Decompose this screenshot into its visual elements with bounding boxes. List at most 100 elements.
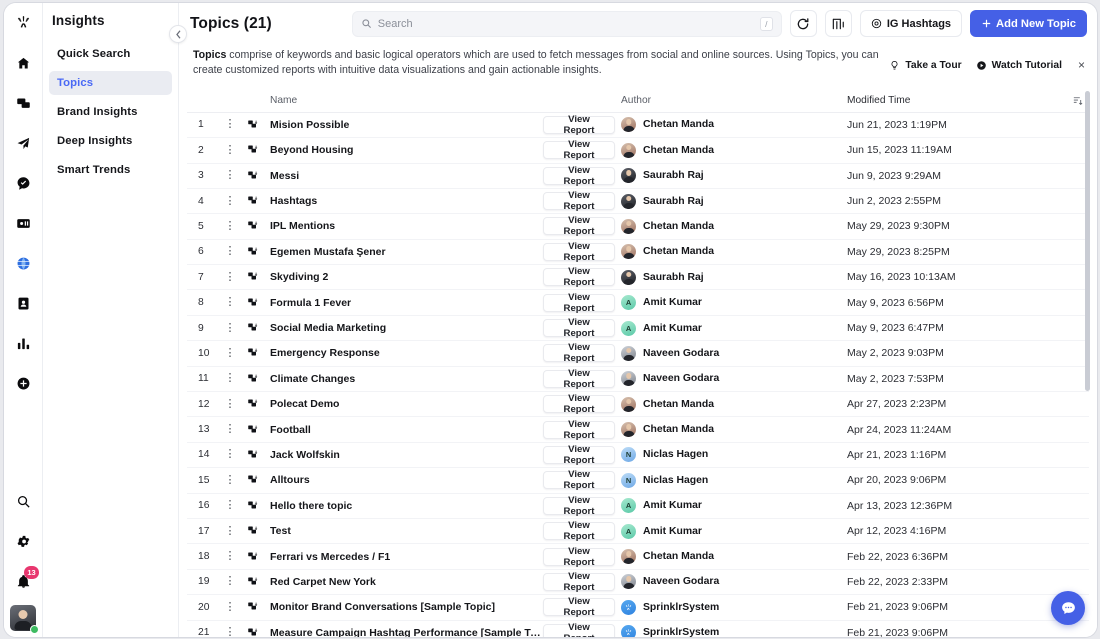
scrollbar-thumb[interactable]: [1085, 90, 1090, 391]
view-report-button[interactable]: View Report: [543, 190, 615, 212]
sidebar-item-brand-insights[interactable]: Brand Insights: [49, 100, 172, 124]
more-vertical-icon[interactable]: ⋮: [221, 220, 239, 232]
add-new-topic-button[interactable]: Add New Topic: [970, 10, 1087, 37]
more-vertical-icon[interactable]: ⋮: [221, 195, 239, 207]
insights-globe-icon[interactable]: [8, 248, 38, 278]
ig-hashtags-button[interactable]: IG Hashtags: [859, 10, 963, 37]
table-row[interactable]: 7 ⋮ Skydiving 2 View Report Saurabh Raj May 1…: [187, 265, 1089, 291]
view-report-button[interactable]: View Report: [543, 292, 615, 314]
more-vertical-icon[interactable]: ⋮: [221, 246, 239, 257]
more-vertical-icon[interactable]: ⋮: [221, 271, 239, 283]
more-vertical-icon[interactable]: ⋮: [221, 322, 239, 334]
view-report-button[interactable]: View Report: [543, 139, 615, 161]
table-row[interactable]: 16 ⋮ Hello there topic View Report A Amit Kum…: [187, 494, 1089, 519]
sidebar-collapse-button[interactable]: [169, 25, 187, 43]
notifications-bell-icon[interactable]: 13: [8, 566, 39, 596]
view-report-button[interactable]: View Report: [543, 571, 615, 593]
sidebar-item-deep-insights[interactable]: Deep Insights: [49, 129, 172, 153]
table-row[interactable]: 4 ⋮ Hashtags View Report Saurabh Raj Jun 2, 2…: [187, 189, 1089, 215]
table-row[interactable]: 2 ⋮ Beyond Housing View Report Chetan Manda J…: [187, 138, 1089, 164]
directory-icon[interactable]: [8, 288, 38, 318]
add-circle-icon[interactable]: [8, 368, 38, 398]
author-cell: Chetan Manda: [615, 422, 845, 438]
care-icon[interactable]: [8, 168, 38, 198]
more-vertical-icon[interactable]: ⋮: [221, 525, 239, 537]
view-report-button[interactable]: View Report: [543, 444, 615, 466]
more-vertical-icon[interactable]: ⋮: [221, 373, 239, 384]
table-row[interactable]: 1 ⋮ Mision Possible View Report Chetan Manda…: [187, 113, 1089, 139]
table-row[interactable]: 6 ⋮ Egemen Mustafa Şener View Report Chetan …: [187, 240, 1089, 266]
sidebar-item-smart-trends[interactable]: Smart Trends: [49, 158, 172, 182]
more-vertical-icon[interactable]: ⋮: [221, 347, 239, 359]
table-scrollbar[interactable]: [1085, 89, 1090, 637]
table-row[interactable]: 5 ⋮ IPL Mentions View Report Chetan Manda May…: [187, 214, 1089, 240]
topic-icon: [239, 170, 267, 182]
search-icon[interactable]: [8, 486, 38, 516]
view-report-button[interactable]: View Report: [543, 520, 615, 542]
search-box[interactable]: /: [351, 10, 782, 37]
close-banner-button[interactable]: ×: [1076, 58, 1087, 72]
more-vertical-icon[interactable]: ⋮: [221, 576, 239, 587]
table-row[interactable]: 11 ⋮ Climate Changes View Report Naveen Goda…: [187, 367, 1089, 393]
more-vertical-icon[interactable]: ⋮: [221, 170, 239, 181]
table-row[interactable]: 12 ⋮ Polecat Demo View Report Chetan Manda Ap…: [187, 392, 1089, 418]
view-report-button[interactable]: View Report: [543, 317, 615, 339]
view-report-button[interactable]: View Report: [543, 495, 615, 517]
chat-bubble-icon[interactable]: [1051, 591, 1085, 625]
more-vertical-icon[interactable]: ⋮: [221, 601, 239, 613]
more-vertical-icon[interactable]: ⋮: [221, 627, 239, 637]
table-row[interactable]: 18 ⋮ Ferrari vs Mercedes / F1 View Report Ch…: [187, 544, 1089, 570]
view-report-button[interactable]: View Report: [543, 266, 615, 288]
table-row[interactable]: 19 ⋮ Red Carpet New York View Report Naveen …: [187, 570, 1089, 596]
view-report-button[interactable]: View Report: [543, 469, 615, 491]
sprinklr-logo-icon[interactable]: [8, 7, 38, 37]
sidebar-item-topics[interactable]: Topics: [49, 71, 172, 95]
view-report-button[interactable]: View Report: [543, 241, 615, 263]
table-row[interactable]: 13 ⋮ Football View Report Chetan Manda Apr 24…: [187, 417, 1089, 443]
banner-description: Topics comprise of keywords and basic lo…: [193, 48, 879, 79]
more-vertical-icon[interactable]: ⋮: [221, 474, 239, 486]
more-vertical-icon[interactable]: ⋮: [221, 144, 239, 156]
refresh-button[interactable]: [789, 10, 817, 37]
more-vertical-icon[interactable]: ⋮: [221, 297, 239, 308]
page-title: Topics (21): [190, 14, 272, 32]
more-vertical-icon[interactable]: ⋮: [221, 449, 239, 460]
reporting-icon[interactable]: [8, 328, 38, 358]
view-report-button[interactable]: View Report: [543, 596, 615, 618]
user-avatar[interactable]: [10, 605, 39, 634]
table-row[interactable]: 20 ⋮ Monitor Brand Conversations [Sample T…: [187, 595, 1089, 621]
more-vertical-icon[interactable]: ⋮: [221, 551, 239, 562]
more-vertical-icon[interactable]: ⋮: [221, 119, 239, 130]
sidebar-item-quick-search[interactable]: Quick Search: [49, 42, 172, 66]
table-row[interactable]: 15 ⋮ Alltours View Report N Niclas Hagen Apr 2…: [187, 468, 1089, 494]
table-row[interactable]: 3 ⋮ Messi View Report Saurabh Raj Jun 9, 2023…: [187, 164, 1089, 189]
home-icon[interactable]: [8, 48, 38, 78]
more-vertical-icon[interactable]: ⋮: [221, 424, 239, 435]
table-row[interactable]: 14 ⋮ Jack Wolfskin View Report N Niclas Hagen…: [187, 443, 1089, 469]
view-report-button[interactable]: View Report: [543, 546, 615, 568]
settings-gear-icon[interactable]: [8, 526, 38, 556]
view-report-button[interactable]: View Report: [543, 368, 615, 390]
view-report-button[interactable]: View Report: [543, 215, 615, 237]
more-vertical-icon[interactable]: ⋮: [221, 500, 239, 511]
ads-icon[interactable]: [8, 208, 38, 238]
view-report-button[interactable]: View Report: [543, 393, 615, 415]
view-report-button[interactable]: View Report: [543, 165, 615, 187]
author-name: Naveen Godara: [643, 576, 720, 588]
table-row[interactable]: 10 ⋮ Emergency Response View Report Naveen G…: [187, 341, 1089, 367]
columns-button[interactable]: [824, 10, 852, 37]
table-row[interactable]: 9 ⋮ Social Media Marketing View Report A Amit…: [187, 316, 1089, 342]
view-report-button[interactable]: View Report: [543, 419, 615, 441]
take-a-tour-button[interactable]: Take a Tour: [889, 60, 962, 71]
watch-tutorial-button[interactable]: Watch Tutorial: [976, 60, 1062, 71]
engagement-icon[interactable]: [8, 88, 38, 118]
view-report-button[interactable]: View Report: [543, 622, 615, 637]
search-input[interactable]: [377, 17, 754, 30]
view-report-button[interactable]: View Report: [543, 342, 615, 364]
view-report-button[interactable]: View Report: [543, 114, 615, 136]
more-vertical-icon[interactable]: ⋮: [221, 398, 239, 410]
publishing-icon[interactable]: [8, 128, 38, 158]
table-row[interactable]: 17 ⋮ Test View Report A Amit Kumar Apr 12, 202…: [187, 519, 1089, 545]
table-row[interactable]: 8 ⋮ Formula 1 Fever View Report A Amit Kumar M…: [187, 290, 1089, 316]
table-row[interactable]: 21 ⋮ Measure Campaign Hashtag Performance …: [187, 621, 1089, 637]
